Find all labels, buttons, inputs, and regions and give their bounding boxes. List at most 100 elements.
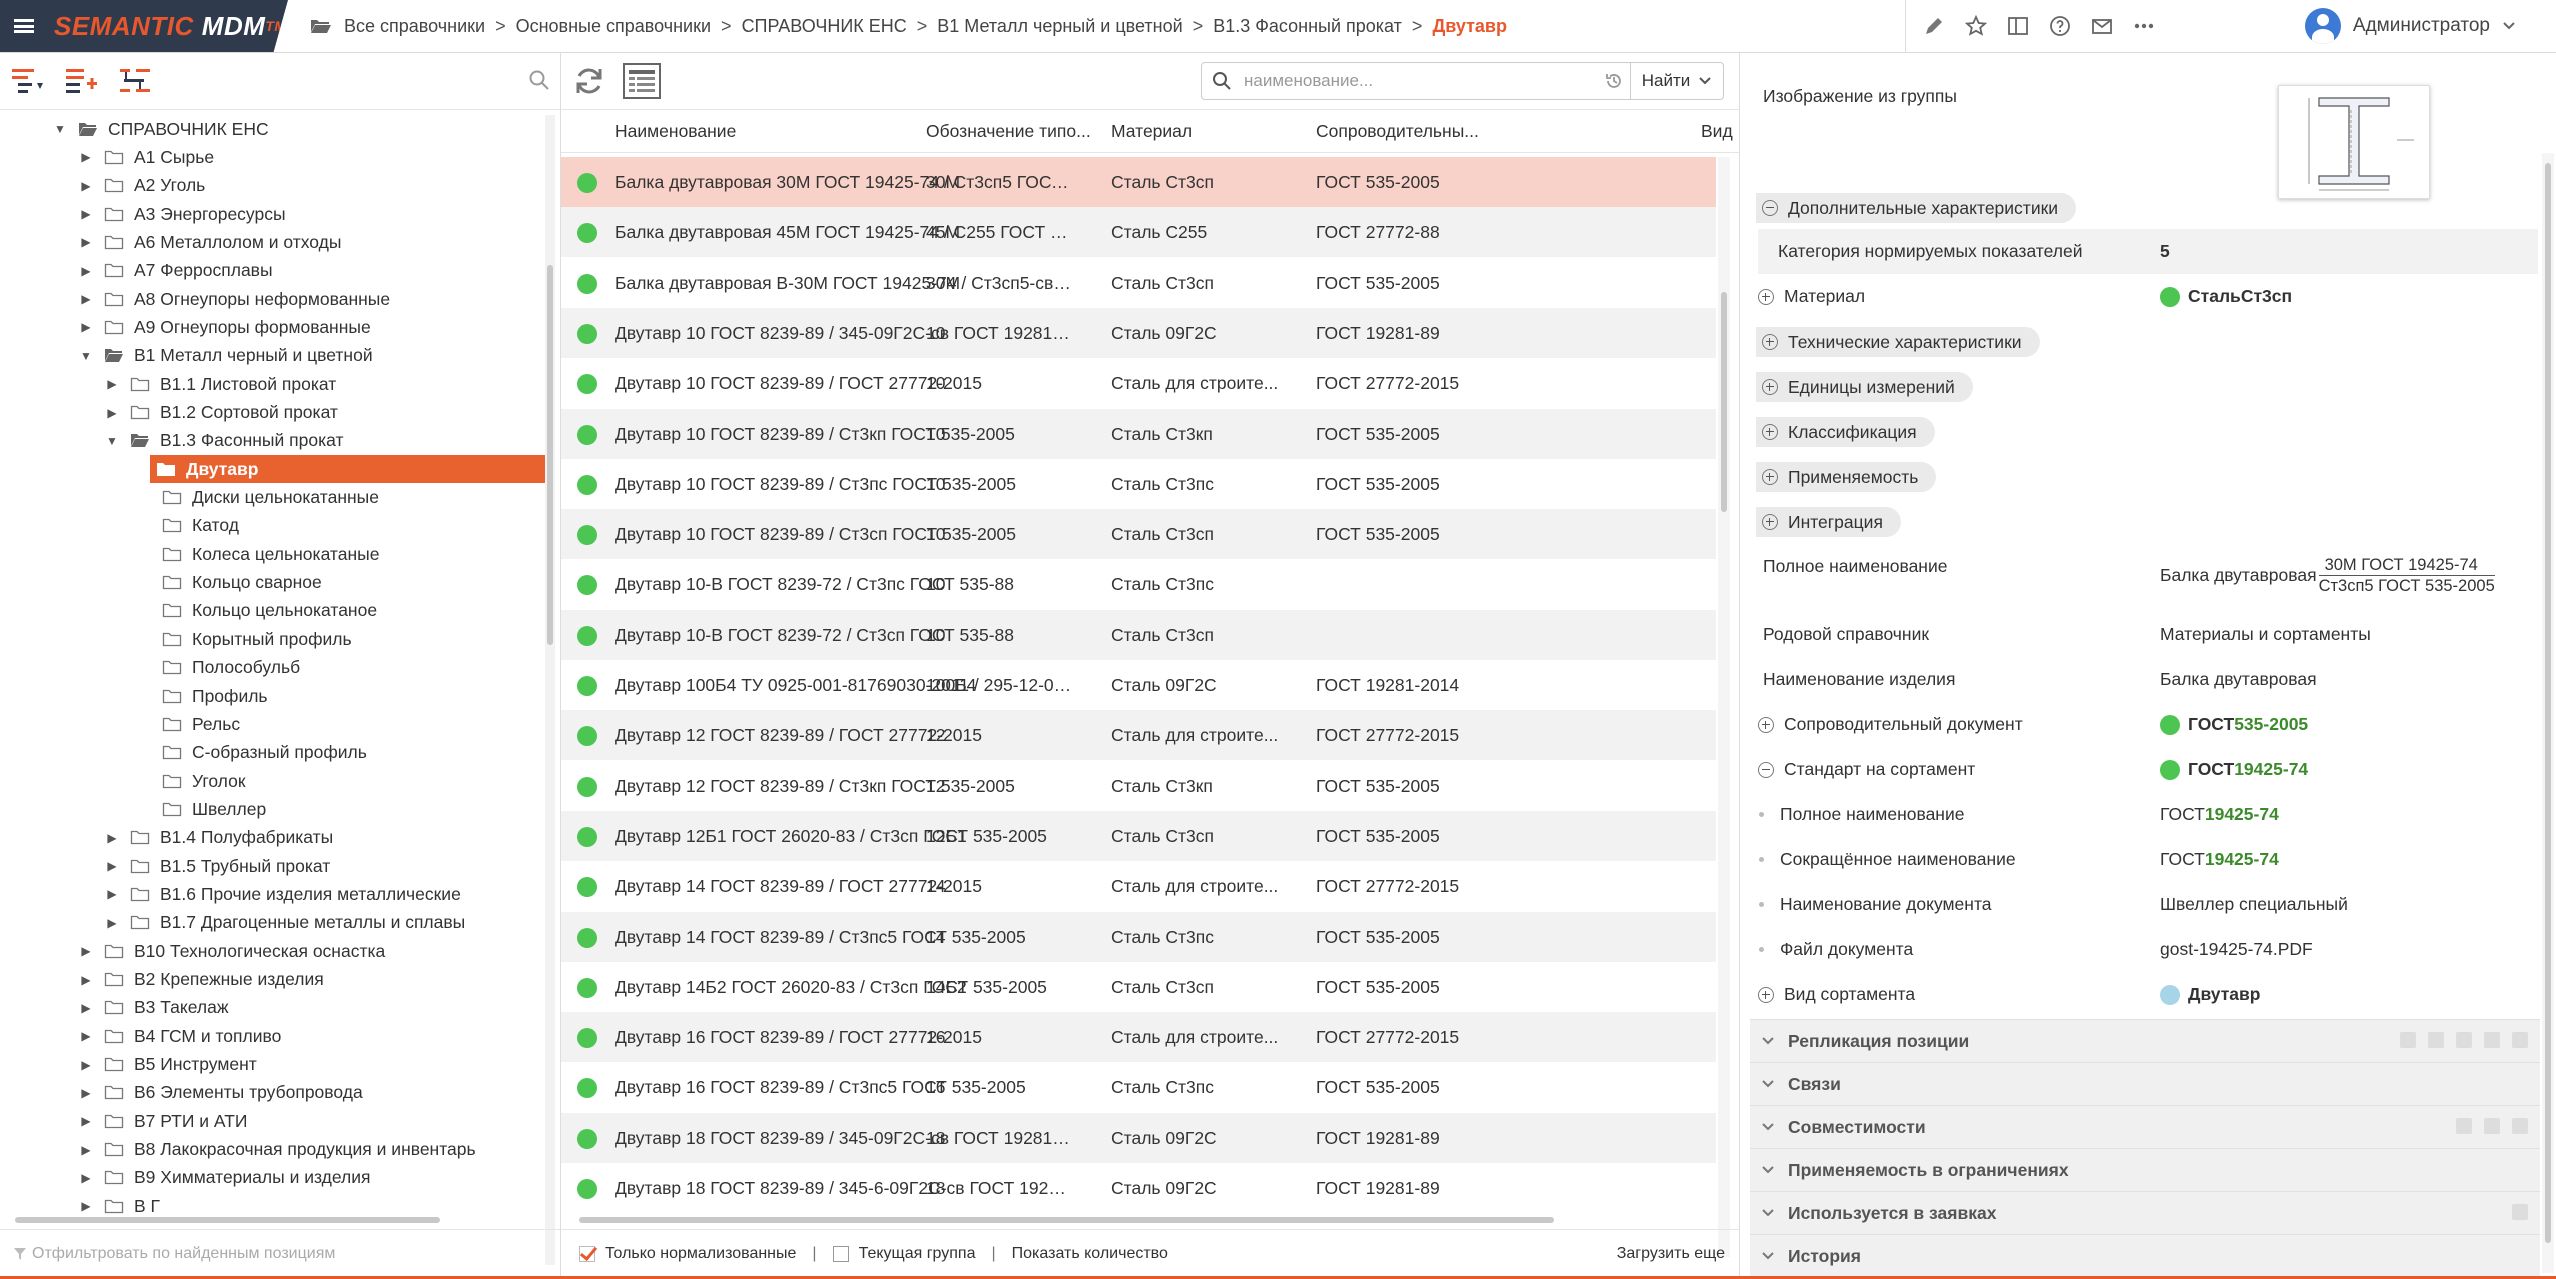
standard-row[interactable]: Стандарт на сортамент ГОСТ 19425-74 xyxy=(1750,747,2540,792)
refresh-icon[interactable] xyxy=(2484,1118,2500,1134)
app-logo[interactable]: SEMANTIC MDM TM xyxy=(48,0,288,52)
table-row[interactable]: Балка двутавровая 45М ГОСТ 19425-74 / С2… xyxy=(561,207,1716,258)
history-icon[interactable] xyxy=(1604,71,1624,91)
caret-right-icon[interactable]: ▶ xyxy=(78,1058,94,1072)
caret-right-icon[interactable]: ▶ xyxy=(78,1114,94,1128)
table-row[interactable]: Двутавр 18 ГОСТ 8239-89 / 345-6-09Г2С-св… xyxy=(561,1163,1716,1213)
table-row[interactable]: Балка двутавровая 30М ГОСТ 19425-74 / Ст… xyxy=(561,157,1716,207)
tree-node[interactable]: ▶ В10 Технологическая оснастка xyxy=(78,937,385,965)
tree-node[interactable]: ▶ В1.5 Трубный прокат xyxy=(104,852,330,880)
table-row[interactable]: Двутавр 14 ГОСТ 8239-89 / Ст3пс5 ГОСТ 53… xyxy=(561,911,1716,962)
section-restrictions[interactable]: Применяемость в ограничениях xyxy=(1750,1148,2540,1191)
star-icon[interactable] xyxy=(1964,14,1988,38)
help-icon[interactable] xyxy=(2512,1204,2528,1220)
tree-node[interactable]: ▶ В1.2 Сортовой прокат xyxy=(104,399,338,427)
caret-right-icon[interactable]: ▶ xyxy=(104,406,120,420)
caret-right-icon[interactable]: ▶ xyxy=(78,292,94,306)
tree-node[interactable]: ▶ В7 РТИ и АТИ xyxy=(78,1107,247,1135)
table-row[interactable]: Двутавр 10-В ГОСТ 8239-72 / Ст3пс ГОСТ 5… xyxy=(561,559,1716,609)
tree-node[interactable]: ▶ А8 Огнеупоры неформованные xyxy=(78,285,390,313)
table-icon[interactable] xyxy=(2456,1032,2472,1048)
tree-node[interactable]: Уголок xyxy=(136,767,245,795)
breadcrumb-item-main[interactable]: Основные справочники xyxy=(516,16,711,37)
tree-node[interactable]: ▶ В3 Такелаж xyxy=(78,994,228,1022)
caret-right-icon[interactable]: ▶ xyxy=(78,207,94,221)
scroll-thumb[interactable] xyxy=(15,1217,440,1223)
tree-node[interactable]: Колеса цельнокатаные xyxy=(136,540,379,568)
caret-down-icon[interactable]: ▼ xyxy=(104,434,120,448)
show-count-link[interactable]: Показать количество xyxy=(1012,1245,1168,1263)
search-icon[interactable] xyxy=(528,69,550,91)
tree-node[interactable]: ▶ В5 Инструмент xyxy=(78,1051,256,1079)
expand-icon[interactable] xyxy=(1762,469,1778,485)
detail-vertical-scrollbar[interactable] xyxy=(2542,153,2554,1273)
caret-right-icon[interactable]: ▶ xyxy=(104,859,120,873)
column-header-material[interactable]: Материал xyxy=(1111,121,1301,142)
breadcrumb-item-ens[interactable]: СПРАВОЧНИК ЕНС xyxy=(742,16,907,37)
caret-right-icon[interactable]: ▶ xyxy=(78,1143,94,1157)
table-row[interactable]: Двутавр 10-В ГОСТ 8239-72 / Ст3сп ГОСТ 5… xyxy=(561,609,1716,660)
tree-node[interactable]: ▶ В1.6 Прочие изделия металлические xyxy=(104,880,460,908)
caret-right-icon[interactable]: ▶ xyxy=(104,887,120,901)
table-row[interactable]: Двутавр 12 ГОСТ 8239-89 / ГОСТ 27772-201… xyxy=(561,710,1716,761)
caret-right-icon[interactable]: ▶ xyxy=(78,1199,94,1213)
tree-node[interactable]: ▶ А6 Металлолом и отходы xyxy=(78,228,341,256)
table-row[interactable]: Двутавр 10 ГОСТ 8239-89 / Ст3пс ГОСТ 535… xyxy=(561,459,1716,509)
table-row[interactable]: Двутавр 16 ГОСТ 8239-89 / Ст3пс5 ГОСТ 53… xyxy=(561,1062,1716,1112)
grid-horizontal-scrollbar[interactable] xyxy=(579,1215,1714,1225)
scroll-thumb[interactable] xyxy=(1721,292,1727,512)
table-row[interactable]: Двутавр 16 ГОСТ 8239-89 / ГОСТ 27772-201… xyxy=(561,1012,1716,1063)
search-input[interactable] xyxy=(1242,70,1596,92)
breadcrumb-item-b13[interactable]: В1.3 Фасонный прокат xyxy=(1213,16,1402,37)
scroll-thumb[interactable] xyxy=(2545,163,2551,1243)
table-row[interactable]: Двутавр 14Б2 ГОСТ 26020-83 / Ст3сп ГОСТ … xyxy=(561,962,1716,1012)
grid-vertical-scrollbar[interactable] xyxy=(1718,157,1730,1257)
standard-value[interactable]: 19425-74 xyxy=(2234,747,2308,792)
mail-icon[interactable] xyxy=(2090,14,2114,38)
tree-node[interactable]: Двутавр xyxy=(150,455,545,484)
tree-node[interactable]: С-образный профиль xyxy=(136,739,367,767)
classification-row[interactable]: Классификация xyxy=(1750,409,2540,454)
tree-filter-field[interactable]: Отфильтровать по найденным позициям xyxy=(0,1229,560,1277)
tree-node[interactable]: ▶ В1.4 Полуфабрикаты xyxy=(104,824,333,852)
tree-structure-icon[interactable] xyxy=(118,65,154,97)
add-to-tree-icon[interactable] xyxy=(64,65,100,97)
caret-down-icon[interactable]: ▼ xyxy=(52,122,68,136)
tree-node[interactable]: Кольцо цельнокатаное xyxy=(136,597,377,625)
table-row[interactable]: Двутавр 10 ГОСТ 8239-89 / Ст3кп ГОСТ 535… xyxy=(561,408,1716,459)
caret-right-icon[interactable]: ▶ xyxy=(78,1086,94,1100)
tree-node[interactable]: ▼ СПРАВОЧНИК ЕНС xyxy=(52,115,269,143)
help-icon[interactable] xyxy=(2512,1118,2528,1134)
only-normalized-checkbox[interactable]: Только нормализованные xyxy=(579,1245,796,1263)
accomp-doc-value[interactable]: 535-2005 xyxy=(2234,702,2308,747)
tree-node[interactable]: Швеллер xyxy=(136,795,266,823)
table-row[interactable]: Двутавр 10 ГОСТ 8239-89 / Ст3сп ГОСТ 535… xyxy=(561,509,1716,560)
tree-node[interactable]: Кольцо сварное xyxy=(136,569,322,597)
find-button[interactable]: Найти xyxy=(1630,63,1723,99)
scroll-thumb[interactable] xyxy=(579,1217,1554,1223)
tree-node[interactable]: ▶ В1.1 Листовой прокат xyxy=(104,370,336,398)
column-header-name[interactable]: Наименование xyxy=(615,121,915,142)
pencil-icon[interactable] xyxy=(1922,14,1946,38)
breadcrumb-item-b1[interactable]: В1 Металл черный и цветной xyxy=(937,16,1182,37)
caret-right-icon[interactable]: ▶ xyxy=(78,264,94,278)
collapse-tree-icon[interactable] xyxy=(10,65,46,97)
tree-node[interactable]: ▶ А9 Огнеупоры формованные xyxy=(78,313,370,341)
tree-node[interactable]: Диски цельнокатанные xyxy=(136,484,379,512)
tree-node[interactable]: ▶ В4 ГСМ и топливо xyxy=(78,1022,281,1050)
tree-node[interactable]: Рельс xyxy=(136,710,240,738)
share-icon[interactable] xyxy=(2428,1032,2444,1048)
column-header-type[interactable]: Обозначение типо... xyxy=(926,121,1096,142)
tree-node[interactable]: ▶ А1 Сырье xyxy=(78,143,214,171)
caret-right-icon[interactable]: ▶ xyxy=(78,1001,94,1015)
assortment-row[interactable]: Вид сортамента Двутавр xyxy=(1750,972,2540,1017)
section-history[interactable]: История xyxy=(1750,1234,2540,1277)
help-icon[interactable] xyxy=(2512,1032,2528,1048)
caret-down-icon[interactable]: ▼ xyxy=(78,349,94,363)
expand-icon[interactable] xyxy=(1762,334,1778,350)
list-view-icon[interactable] xyxy=(623,63,661,99)
expand-icon[interactable] xyxy=(1758,716,1774,733)
load-more-link[interactable]: Загрузить еще xyxy=(1617,1245,1725,1263)
scroll-thumb[interactable] xyxy=(547,265,553,645)
table-row[interactable]: Двутавр 14 ГОСТ 8239-89 / ГОСТ 27772-201… xyxy=(561,861,1716,911)
